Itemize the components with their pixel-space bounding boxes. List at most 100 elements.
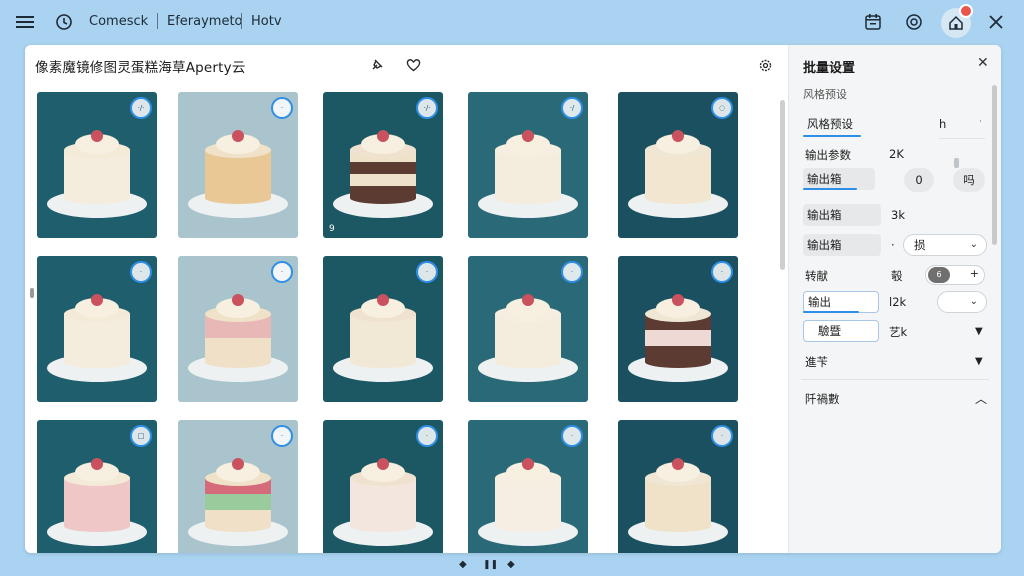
side-panel-title: 批量设置 bbox=[803, 61, 856, 76]
output-a-chip[interactable]: 输出箱 bbox=[803, 168, 875, 190]
calendar-icon[interactable] bbox=[861, 10, 885, 34]
cake-base bbox=[64, 520, 130, 532]
cake-base bbox=[495, 192, 561, 204]
output-c-chip[interactable]: 输出箱 bbox=[803, 234, 881, 256]
cake-base bbox=[205, 520, 271, 532]
image-thumbnail[interactable]: ◌ bbox=[618, 92, 738, 238]
output-b-chip[interactable]: 输出箱 bbox=[803, 204, 881, 226]
hamburger-menu-icon[interactable] bbox=[13, 10, 37, 34]
image-thumbnail[interactable]: · bbox=[618, 420, 738, 553]
top-link-1[interactable]: Comesck bbox=[89, 14, 148, 29]
image-thumbnail[interactable]: · bbox=[468, 256, 588, 402]
output-d-value[interactable]: l2k bbox=[889, 295, 906, 309]
image-gallery-area: 像素魔镜修图灵蛋糕海草Aperty云 ·/· · ·/· 9 ·/ ◌ · · · · · □ · · · · bbox=[25, 45, 788, 553]
cake-base bbox=[205, 192, 271, 204]
cake-layer bbox=[645, 330, 711, 346]
close-icon[interactable] bbox=[984, 10, 1008, 34]
heart-icon[interactable] bbox=[403, 55, 423, 75]
progress-ring-icon[interactable]: □ bbox=[130, 425, 152, 447]
side-panel-subtitle: 风格预设 bbox=[803, 88, 847, 101]
gallery-scrollbar[interactable] bbox=[780, 100, 785, 270]
output-a-label: 输出箱 bbox=[807, 172, 842, 186]
output-c-dot: · bbox=[891, 238, 895, 252]
footer-section-label: 阡禍數 bbox=[805, 392, 840, 406]
strawberry bbox=[672, 294, 684, 306]
top-link-3[interactable]: Hotv bbox=[251, 14, 282, 29]
side-scrollbar[interactable] bbox=[992, 85, 997, 245]
strawberry bbox=[522, 294, 534, 306]
output-c-label: 输出箱 bbox=[807, 238, 842, 252]
progress-ring-icon[interactable]: · bbox=[711, 425, 733, 447]
progress-ring-icon[interactable]: ◌ bbox=[711, 97, 733, 119]
progress-ring-icon[interactable]: ·/ bbox=[561, 97, 583, 119]
settings-gear-icon[interactable] bbox=[902, 10, 926, 34]
advanced-expand-icon[interactable]: ▼ bbox=[975, 356, 983, 367]
progress-ring-icon[interactable]: ·/· bbox=[130, 97, 152, 119]
progress-ring-icon[interactable]: ·/· bbox=[416, 97, 438, 119]
toggle-switch[interactable]: 6 + bbox=[925, 265, 985, 285]
image-thumbnail[interactable]: · bbox=[178, 420, 298, 553]
output-d-select[interactable]: ⌄ bbox=[937, 291, 987, 313]
quality-chip[interactable]: 驗暨 bbox=[803, 320, 879, 342]
progress-ring-icon[interactable]: · bbox=[561, 425, 583, 447]
progress-ring-icon[interactable]: · bbox=[271, 425, 293, 447]
image-thumbnail[interactable]: · bbox=[323, 256, 443, 402]
output-d-underline bbox=[803, 311, 859, 313]
output-c-select[interactable]: 损 ⌄ bbox=[903, 234, 987, 256]
progress-ring-icon[interactable]: · bbox=[271, 261, 293, 283]
side-close-icon[interactable]: ✕ bbox=[977, 55, 989, 71]
image-thumbnail[interactable]: □ bbox=[37, 420, 157, 553]
output-params-value[interactable]: 2K bbox=[889, 147, 904, 161]
cake-base bbox=[495, 356, 561, 368]
main-panel: 像素魔镜修图灵蛋糕海草Aperty云 ·/· · ·/· 9 ·/ ◌ · · · · · □ · · · ·… bbox=[25, 45, 1001, 553]
pager-pause-icon[interactable]: ❚❚ bbox=[483, 560, 498, 570]
toggle-row-mid: 彀 bbox=[891, 269, 903, 283]
style-preset-tab[interactable]: 风格预设 bbox=[803, 113, 863, 135]
advanced-label: 進苄 bbox=[805, 355, 828, 369]
left-resize-handle[interactable] bbox=[30, 288, 34, 298]
output-params-handle[interactable] bbox=[954, 158, 959, 168]
image-thumbnail[interactable]: ·/· 9 bbox=[323, 92, 443, 238]
quality-expand-icon[interactable]: ▼ bbox=[975, 326, 983, 337]
notification-home-button[interactable] bbox=[941, 4, 973, 38]
strawberry bbox=[672, 458, 684, 470]
strawberry bbox=[672, 130, 684, 142]
progress-ring-icon[interactable]: · bbox=[711, 261, 733, 283]
image-thumbnail[interactable]: · bbox=[178, 256, 298, 402]
image-thumbnail[interactable]: ·/ bbox=[468, 92, 588, 238]
progress-ring-icon[interactable]: · bbox=[561, 261, 583, 283]
cake-base bbox=[645, 356, 711, 368]
output-c-select-value: 损 bbox=[914, 238, 926, 252]
toggle-knob-text: 6 bbox=[936, 270, 942, 279]
progress-ring-icon[interactable]: · bbox=[416, 261, 438, 283]
top-link-2[interactable]: Eferaymeto bbox=[167, 14, 243, 29]
image-thumbnail[interactable]: ·/· bbox=[37, 92, 157, 238]
image-thumbnail[interactable]: · bbox=[178, 92, 298, 238]
page-title: 像素魔镜修图灵蛋糕海草Aperty云 bbox=[35, 60, 246, 76]
top-separator bbox=[157, 13, 158, 29]
clock-icon[interactable] bbox=[52, 10, 76, 34]
gear-icon[interactable] bbox=[755, 55, 775, 75]
image-thumbnail[interactable]: · bbox=[37, 256, 157, 402]
collapse-chevron-icon[interactable]: ︿ bbox=[975, 390, 987, 407]
cake-layer bbox=[350, 174, 416, 186]
output-params-label: 输出参数 bbox=[805, 148, 851, 162]
pin-icon[interactable] bbox=[367, 55, 387, 75]
pager-prev-icon[interactable]: ◆ bbox=[459, 559, 467, 570]
image-thumbnail[interactable]: · bbox=[468, 420, 588, 553]
image-thumbnail[interactable]: · bbox=[618, 256, 738, 402]
output-a-pill-2[interactable]: 吗 bbox=[953, 168, 985, 192]
output-b-value[interactable]: 3k bbox=[891, 208, 905, 222]
progress-ring-icon[interactable]: · bbox=[130, 261, 152, 283]
style-preset-chevron-icon[interactable]: · bbox=[979, 117, 982, 127]
chevron-down-icon: ⌄ bbox=[969, 239, 978, 250]
thumbnail-number: 9 bbox=[329, 224, 335, 234]
progress-ring-icon[interactable]: · bbox=[271, 97, 293, 119]
style-preset-value[interactable]: h bbox=[939, 117, 946, 131]
output-d-chip[interactable]: 输出 bbox=[803, 291, 879, 313]
pager-next-icon[interactable]: ◆ bbox=[507, 559, 515, 570]
output-a-pill-1[interactable]: 0 bbox=[904, 168, 934, 192]
progress-ring-icon[interactable]: · bbox=[416, 425, 438, 447]
quality-value[interactable]: 艺k bbox=[889, 324, 907, 340]
image-thumbnail[interactable]: · bbox=[323, 420, 443, 553]
